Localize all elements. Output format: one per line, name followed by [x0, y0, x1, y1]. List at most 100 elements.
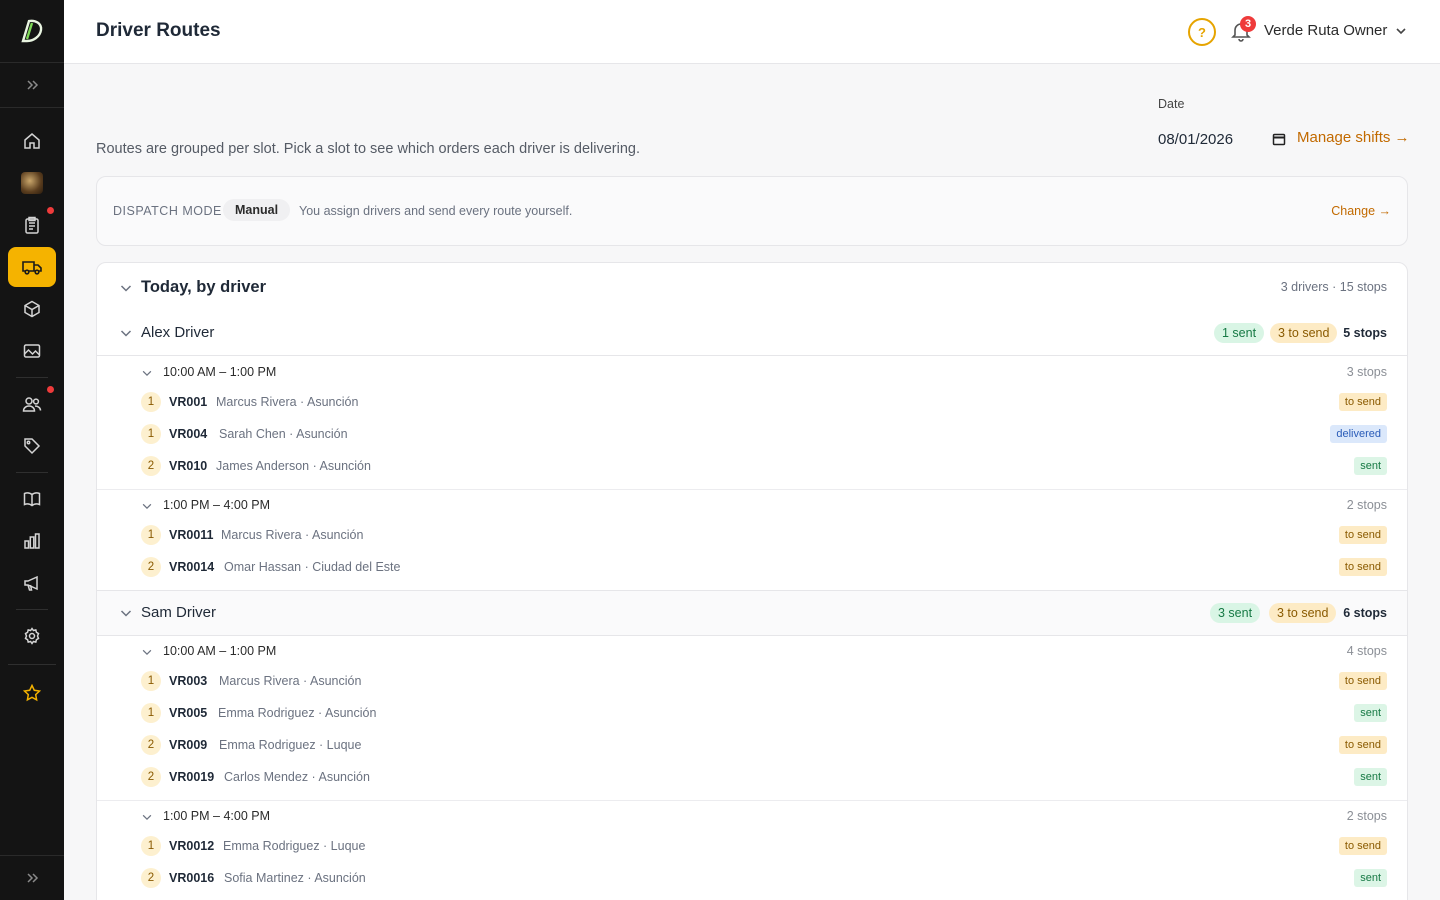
list-item[interactable]: 1 VR0012 Emma Rodriguez · Luque to send [97, 835, 1407, 857]
slot-row[interactable]: 10:00 AM – 1:00 PM 3 stops [97, 357, 1407, 387]
sidebar-item-store[interactable] [8, 163, 56, 203]
status-badge: to send [1338, 558, 1387, 576]
truck-icon [22, 261, 42, 275]
slot-stops: 4 stops [1346, 644, 1387, 658]
manage-shifts-link[interactable]: Manage shifts → [1297, 129, 1410, 146]
order-id[interactable]: VR010 [169, 459, 207, 473]
stop-sequence-badge: 2 [141, 557, 161, 577]
status-badge: to send [1338, 393, 1387, 411]
list-item[interactable]: 1 VR003 Marcus Rivera · Asunción to send [97, 670, 1407, 692]
status-badge: delivered [1330, 425, 1387, 443]
slot-row[interactable]: 1:00 PM – 4:00 PM 2 stops [97, 490, 1407, 520]
list-item[interactable]: 2 VR0019 Carlos Mendez · Asunción sent [97, 766, 1407, 788]
user-menu[interactable]: Verde Ruta Owner [1264, 22, 1407, 39]
slot-row[interactable]: 1:00 PM – 4:00 PM 2 stops [97, 801, 1407, 831]
collapse-sidebar-button[interactable] [0, 855, 64, 900]
slot-row[interactable]: 10:00 AM – 1:00 PM 4 stops [97, 636, 1407, 666]
sidebar [0, 0, 64, 900]
book-icon [23, 492, 41, 507]
users-icon [22, 397, 42, 412]
driver-row-alex[interactable]: Alex Driver 1 sent 3 to send 5 stops [97, 311, 1407, 356]
sidebar-divider [16, 377, 48, 378]
expand-sidebar-button[interactable] [0, 63, 64, 108]
slot-stops: 2 stops [1346, 809, 1387, 823]
star-icon [23, 684, 41, 702]
stop-sequence-badge: 1 [141, 836, 161, 856]
sidebar-item-analytics[interactable] [8, 521, 56, 561]
app-logo[interactable] [0, 0, 64, 63]
page-title: Driver Routes [96, 20, 221, 41]
order-customer-location: Marcus Rivera · Asunción [221, 528, 364, 542]
list-item[interactable]: 2 VR009 Emma Rodriguez · Luque to send [97, 734, 1407, 756]
list-item[interactable]: 1 VR001 Marcus Rivera · Asunción to send [97, 391, 1407, 413]
sidebar-item-settings[interactable] [8, 616, 56, 656]
order-customer-location: Sofia Martinez · Asunción [224, 871, 366, 885]
stop-sequence-badge: 1 [141, 703, 161, 723]
status-badge: to send [1338, 837, 1387, 855]
list-item[interactable]: 1 VR0011 Marcus Rivera · Asunción to sen… [97, 524, 1407, 546]
list-item[interactable]: 2 VR0014 Omar Hassan · Ciudad del Este t… [97, 556, 1407, 578]
list-item[interactable]: 1 VR005 Emma Rodriguez · Asunción sent [97, 702, 1407, 724]
stop-sequence-badge: 1 [141, 525, 161, 545]
dispatch-mode-card: DISPATCH MODE Manual You assign drivers … [96, 176, 1408, 246]
chevron-down-icon [142, 370, 152, 377]
sidebar-item-home[interactable] [8, 121, 56, 161]
order-id[interactable]: VR003 [169, 674, 207, 688]
stop-sequence-badge: 1 [141, 424, 161, 444]
sidebar-divider [8, 664, 56, 665]
date-label: Date [1158, 97, 1185, 111]
order-id[interactable]: VR009 [169, 738, 207, 752]
status-badge: sent [1354, 869, 1387, 887]
order-id[interactable]: VR005 [169, 706, 207, 720]
order-id[interactable]: VR004 [169, 427, 207, 441]
sidebar-item-routes[interactable] [8, 247, 56, 287]
order-customer-location: Omar Hassan · Ciudad del Este [224, 560, 401, 574]
chevron-down-icon [142, 503, 152, 510]
double-chevron-right-icon [27, 80, 39, 90]
stop-sequence-badge: 2 [141, 767, 161, 787]
driver-name: Alex Driver [141, 324, 215, 341]
store-avatar [21, 172, 43, 194]
list-item[interactable]: 1 VR004 Sarah Chen · Asunción delivered [97, 423, 1407, 445]
date-input[interactable]: 08/01/2026 [1158, 129, 1286, 149]
help-button[interactable]: ? [1188, 18, 1216, 46]
sidebar-item-favorites[interactable] [8, 673, 56, 713]
order-id[interactable]: VR0019 [169, 770, 214, 784]
page-subtitle: Routes are grouped per slot. Pick a slot… [96, 141, 641, 157]
dispatch-mode-description: You assign drivers and send every route … [299, 204, 573, 218]
calendar-icon[interactable] [1272, 132, 1286, 146]
order-id[interactable]: VR0014 [169, 560, 214, 574]
change-dispatch-mode-link[interactable]: Change → [1331, 204, 1391, 218]
sidebar-item-marketing[interactable] [8, 563, 56, 603]
sent-count-badge: 3 sent [1210, 603, 1261, 623]
sidebar-item-media[interactable] [8, 331, 56, 371]
sidebar-item-promotions[interactable] [8, 426, 56, 466]
routes-section-title: Today, by driver [141, 278, 267, 296]
orders-alert-dot [47, 207, 54, 214]
to-send-count-badge: 3 to send [1270, 323, 1338, 343]
order-customer-location: Emma Rodriguez · Asunción [218, 706, 377, 720]
order-id[interactable]: VR001 [169, 395, 207, 409]
box-icon [24, 300, 40, 318]
status-badge: to send [1338, 672, 1387, 690]
slot-time: 10:00 AM – 1:00 PM [163, 365, 277, 379]
order-id[interactable]: VR0011 [169, 528, 213, 542]
order-customer-location: Marcus Rivera · Asunción [219, 674, 362, 688]
sidebar-item-catalog[interactable] [8, 479, 56, 519]
order-id[interactable]: VR0016 [169, 871, 214, 885]
list-item[interactable]: 2 VR010 James Anderson · Asunción sent [97, 455, 1407, 477]
routes-section-header[interactable]: Today, by driver 3 drivers · 15 stops [97, 263, 1407, 311]
sidebar-divider [16, 609, 48, 610]
gear-icon [24, 627, 40, 645]
chevron-down-icon [120, 285, 132, 292]
driver-row-sam[interactable]: Sam Driver 3 sent 3 to send 6 stops [97, 590, 1407, 636]
user-name: Verde Ruta Owner [1264, 22, 1388, 39]
chevron-down-icon [120, 330, 132, 337]
stop-sequence-badge: 1 [141, 671, 161, 691]
order-id[interactable]: VR0012 [169, 839, 214, 853]
slot-time: 10:00 AM – 1:00 PM [163, 644, 277, 658]
list-item[interactable]: 2 VR0016 Sofia Martinez · Asunción sent [97, 867, 1407, 889]
sidebar-item-products[interactable] [8, 289, 56, 329]
help-circle-icon: ? [1198, 24, 1206, 40]
driver-name: Sam Driver [141, 604, 217, 621]
